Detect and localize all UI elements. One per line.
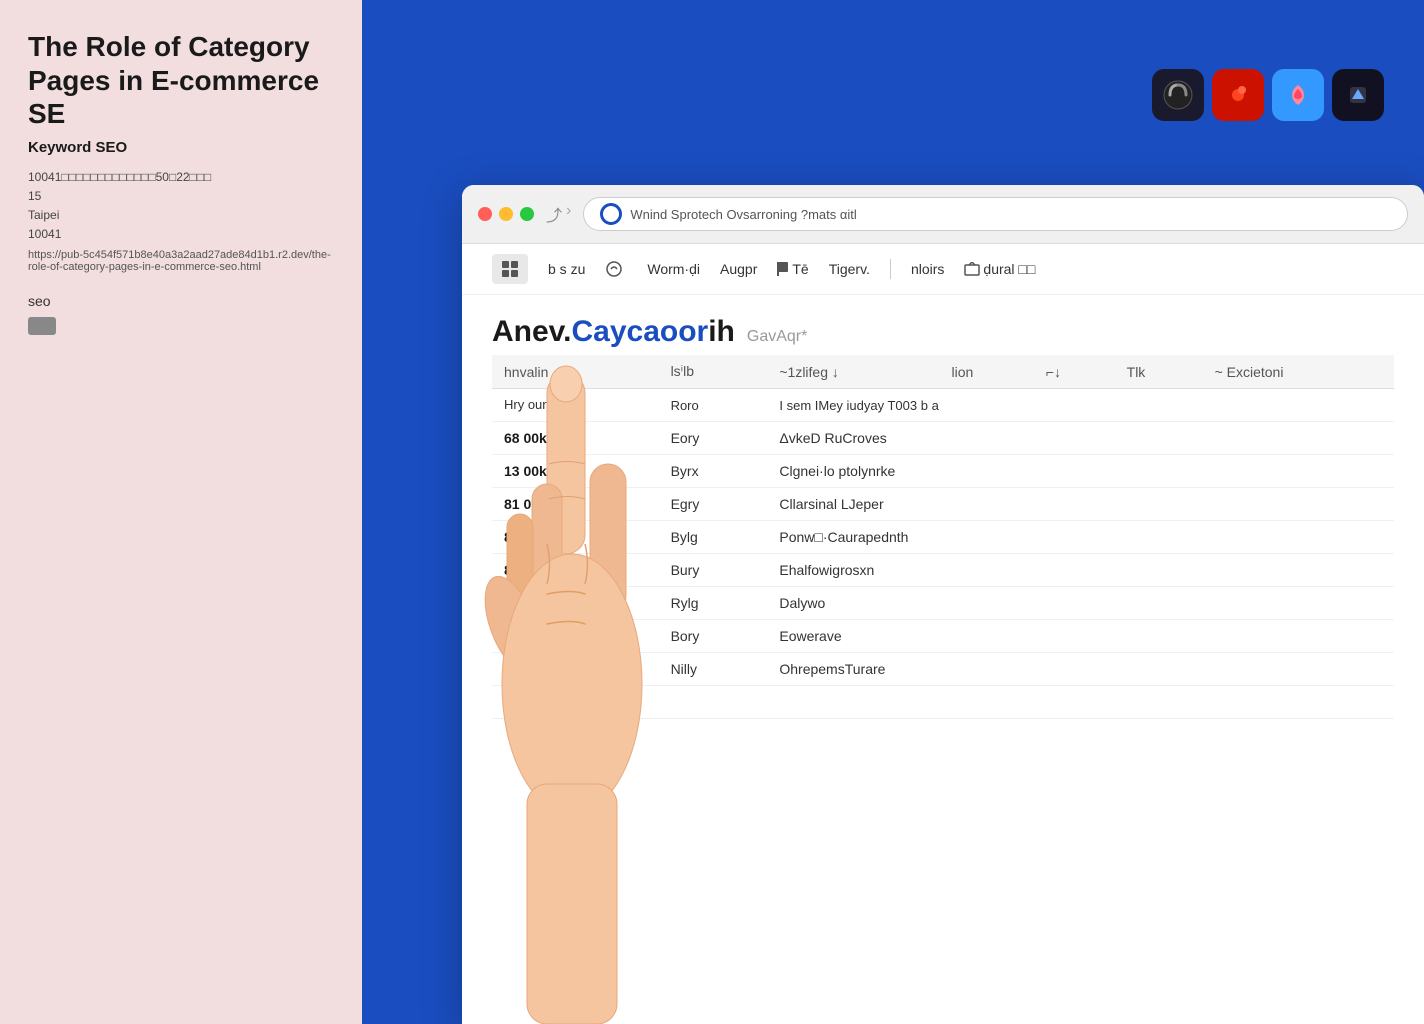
browser-icon-svg-4 [1342, 79, 1374, 111]
sub-isem: I sem IMey iudyay T003 b a [767, 389, 1394, 422]
app-icons-bar [1152, 69, 1384, 121]
traffic-light-yellow[interactable] [499, 207, 513, 221]
browser-nav-bar: b s zu Worm·ḍi Augpr Tē Tigerv. nloirs ḍ… [462, 244, 1424, 295]
sidebar-meta: 10041□□□□□□□□□□□□□50□22□□□ 15 Taipei 100… [28, 168, 334, 245]
traffic-light-green[interactable] [520, 207, 534, 221]
grid-icon-svg [500, 259, 520, 279]
cell-col3-8 [767, 686, 1394, 719]
cell-col3-0: ΔvkeD RuCroves [767, 422, 1394, 455]
sidebar-url: https://pub-5c454f571b8e40a3a2aad27ade84… [28, 249, 334, 273]
export-icon [964, 262, 980, 276]
nav-grid-icon[interactable] [492, 254, 528, 284]
nav-item-aural[interactable]: ḍural □□ [964, 261, 1035, 277]
nav-buttons: ⤴ › [546, 202, 571, 226]
th-excietoni: ~ Excietoni [1203, 355, 1394, 389]
cell-col3-2: Cllarsinal LJeper [767, 488, 1394, 521]
blue-header [362, 0, 1424, 190]
app-icon-3[interactable] [1272, 69, 1324, 121]
th-tlk: Tlk [1115, 355, 1203, 389]
nav-item-bs[interactable]: b s zu [548, 261, 585, 277]
flag-icon [777, 261, 789, 277]
th-zlifeg: ~1zlifeg ↓ [767, 355, 939, 389]
address-text: Wnind Sprotech Ovsarroning ?mats αitl [630, 207, 856, 222]
cell-col3-5: Dalywo [767, 587, 1394, 620]
forward-icon[interactable]: › [566, 202, 571, 226]
app-icon-4[interactable] [1332, 69, 1384, 121]
nav-item-te[interactable]: Tē [777, 261, 808, 277]
address-bar[interactable]: Wnind Sprotech Ovsarroning ?mats αitl [583, 197, 1408, 231]
nav-item-nloirs[interactable]: nloirs [911, 261, 944, 277]
browser-icon-svg-2 [1222, 79, 1254, 111]
app-icon-2[interactable] [1212, 69, 1264, 121]
sidebar: The Role of Category Pages in E-commerce… [0, 0, 362, 1024]
cell-col3-6: Eowerave [767, 620, 1394, 653]
nav-separator [890, 259, 891, 279]
sidebar-icon-box [28, 317, 56, 335]
th-arrow: ⌐↓ [1034, 355, 1115, 389]
page-subtitle-text: GavAqr* [747, 328, 807, 346]
browser-icon-svg-1 [1162, 79, 1194, 111]
nav-item-worm[interactable]: Worm·ḍi [647, 261, 700, 277]
th-lion: lion [940, 355, 1034, 389]
sidebar-tag: seo [28, 293, 334, 309]
nav-item-augpr[interactable]: Augpr [720, 261, 757, 277]
share-icon [605, 260, 623, 278]
traffic-light-red[interactable] [478, 207, 492, 221]
browser-chrome: ⤴ › Wnind Sprotech Ovsarroning ?mats αit… [462, 185, 1424, 244]
main-area: ⤴ › Wnind Sprotech Ovsarroning ?mats αit… [362, 0, 1424, 1024]
hand-overlay [452, 344, 732, 1024]
browser-icon-svg-3 [1282, 79, 1314, 111]
back-icon[interactable]: ⤴ [546, 202, 562, 226]
sidebar-subtitle: Keyword SEO [28, 139, 334, 156]
address-circle-icon [600, 203, 622, 225]
traffic-lights [478, 207, 534, 221]
nav-item-tigerv[interactable]: Tigerv. [829, 261, 870, 277]
app-icon-1[interactable] [1152, 69, 1204, 121]
cell-col3-4: Ehalfowigrosxn [767, 554, 1394, 587]
cell-col3-1: Clgnei·lo ptolynrke [767, 455, 1394, 488]
cell-col3-7: OhrepemsTurare [767, 653, 1394, 686]
nav-item-sr[interactable] [605, 260, 627, 278]
hand-svg [452, 344, 732, 1024]
page-title: The Role of Category Pages in E-commerce… [28, 30, 334, 131]
cell-col3-3: Ponw□·Caurapednth [767, 521, 1394, 554]
